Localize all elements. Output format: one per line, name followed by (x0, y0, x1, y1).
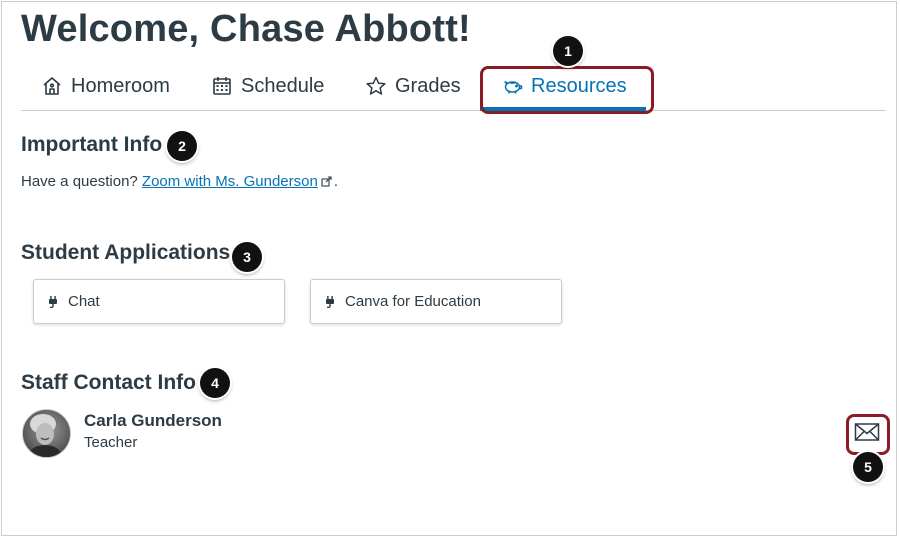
tab-schedule[interactable]: Schedule (211, 62, 324, 110)
calendar-icon (211, 75, 233, 97)
plug-icon (323, 295, 337, 309)
external-link-icon (321, 174, 332, 187)
tab-label: Grades (395, 74, 461, 97)
page-title: Welcome, Chase Abbott! (21, 8, 471, 50)
avatar[interactable] (22, 409, 71, 458)
important-info-text: Have a question? Zoom with Ms. Gunderson… (21, 173, 338, 190)
tab-resources[interactable]: Resources (480, 62, 646, 111)
info-suffix: . (333, 173, 338, 190)
contact-role: Teacher (84, 434, 138, 451)
callout-marker-5: 5 (853, 452, 883, 482)
send-message-button[interactable] (851, 420, 883, 448)
app-card-canva[interactable]: Canva for Education (310, 279, 562, 324)
important-info-heading: Important Info (21, 133, 163, 156)
info-prefix: Have a question? (21, 173, 142, 190)
home-icon (41, 75, 63, 97)
tab-bar: Homeroom Schedule Grades Resources (21, 62, 886, 111)
tab-label: Homeroom (71, 74, 170, 97)
star-icon (365, 75, 387, 97)
tab-label: Resources (531, 74, 627, 97)
plug-icon (46, 295, 60, 309)
zoom-link[interactable]: Zoom with Ms. Gunderson (142, 173, 318, 190)
piggy-bank-icon (501, 75, 523, 97)
callout-marker-2: 2 (167, 131, 197, 161)
callout-marker-3: 3 (232, 242, 262, 272)
tab-homeroom[interactable]: Homeroom (41, 62, 170, 110)
app-label: Chat (68, 293, 100, 310)
tab-grades[interactable]: Grades (365, 62, 461, 110)
tab-label: Schedule (241, 74, 325, 97)
callout-marker-4: 4 (200, 368, 230, 398)
app-card-chat[interactable]: Chat (33, 279, 285, 324)
contact-name: Carla Gunderson (84, 411, 222, 430)
student-applications-heading: Student Applications (21, 241, 231, 264)
staff-contact-heading: Staff Contact Info (21, 371, 196, 394)
app-label: Canva for Education (345, 293, 481, 310)
callout-marker-1: 1 (553, 36, 583, 66)
envelope-icon (854, 422, 880, 447)
